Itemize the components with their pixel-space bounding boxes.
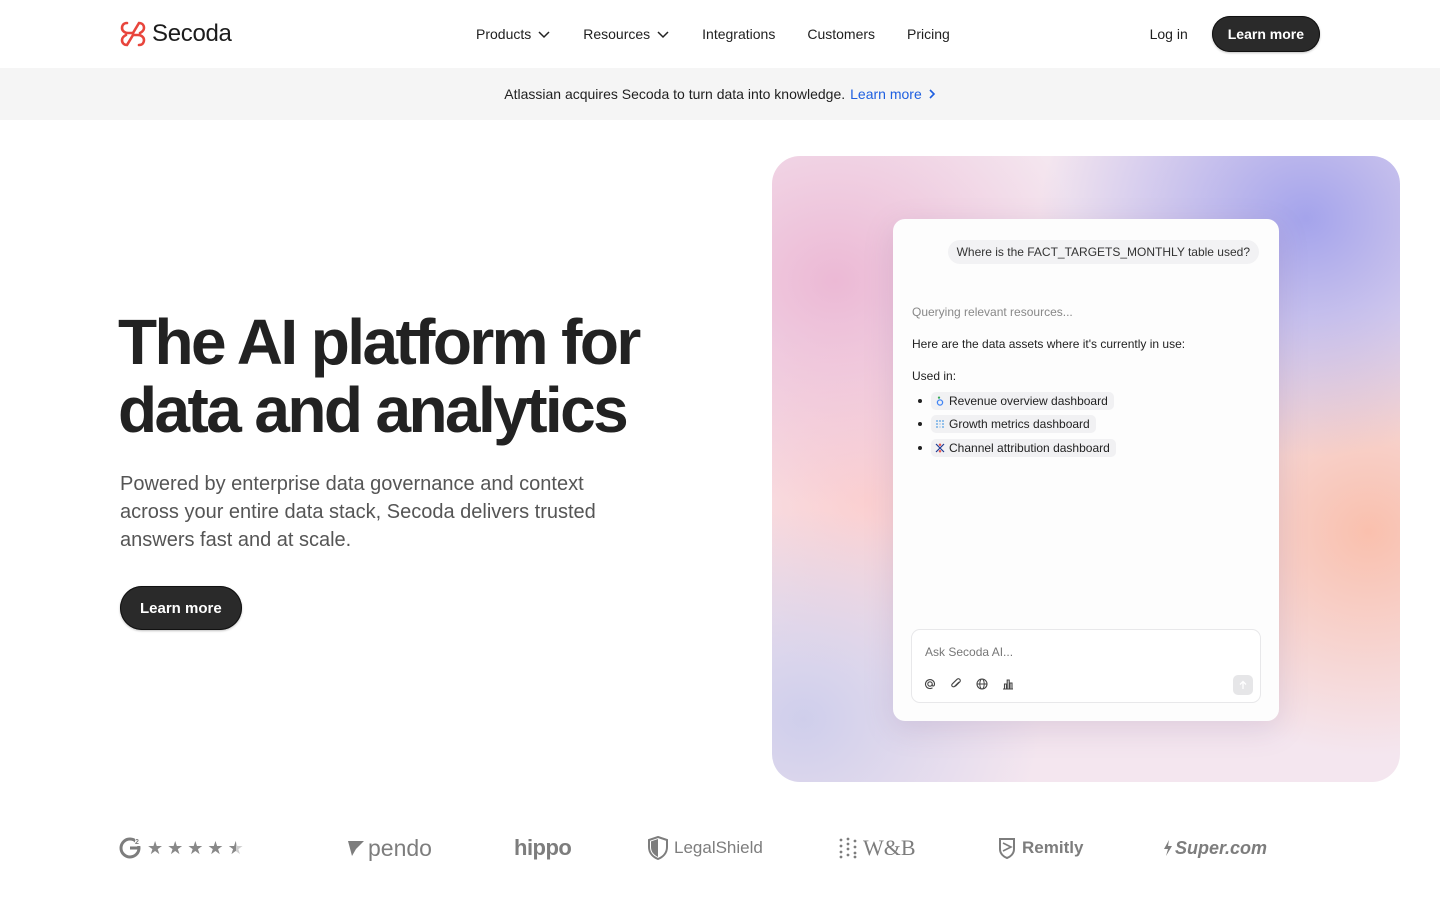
banner-link-label: Learn more [850,86,922,102]
nav-customers-label: Customers [807,26,876,42]
super-com-logo: Super.com [1162,826,1267,870]
remitly-logo: Remitly [998,826,1083,870]
g2-superscript: 2 [135,839,139,846]
bullet [918,445,922,450]
attach-icon[interactable] [949,677,963,691]
brand-name: Secoda [152,20,232,47]
nav-pricing[interactable]: Pricing [907,24,950,44]
send-button[interactable] [1233,675,1253,695]
metabase-icon [936,420,944,429]
list-item: Channel attribution dashboard [918,436,1116,460]
user-question-bubble: Where is the FACT_TARGETS_MONTHLY table … [947,240,1259,264]
g2-rating: 2 ★ ★ ★ ★ ★ [119,826,244,870]
ai-chat-panel: Where is the FACT_TARGETS_MONTHLY table … [893,219,1279,721]
legalshield-logo: LegalShield [648,826,763,870]
legalshield-wordmark: LegalShield [674,838,763,857]
login-link[interactable]: Log in [1150,26,1188,42]
wandb-dots-icon [839,837,857,859]
wandb-wordmark: W&B [863,835,916,860]
chevron-right-icon [929,89,935,99]
lightning-icon [1164,840,1172,856]
announcement-banner: Atlassian acquires Secoda to turn data i… [0,68,1440,120]
bullet [918,398,922,403]
globe-icon[interactable] [975,677,989,691]
shield-icon [648,836,668,860]
asset-chip-revenue[interactable]: Revenue overview dashboard [931,391,1114,410]
hero-title: The AI platform for data and analytics [118,308,758,444]
star-icon: ★ [207,837,224,858]
nav-products[interactable]: Products [476,24,551,44]
top-nav: Secoda Products Resources Integrations C… [0,0,1440,68]
star-icon: ★ [187,837,204,858]
hero-title-line-2: data and analytics [118,374,629,446]
chart-icon[interactable] [1001,677,1015,691]
g2-logo-icon: 2 [119,837,141,859]
asset-label: Channel attribution dashboard [949,440,1110,455]
mention-icon[interactable] [923,677,937,691]
nav-resources[interactable]: Resources [583,24,670,44]
remitly-wordmark: Remitly [1022,838,1084,857]
nav-customers[interactable]: Customers [807,24,875,44]
chevron-down-icon [538,31,550,39]
chevron-down-icon [657,31,669,39]
answer-intro: Here are the data assets where it's curr… [912,337,1186,351]
nav-integrations-label: Integrations [702,26,776,42]
pendo-mark-icon [348,841,364,856]
star-icon: ★ [167,837,184,858]
ask-ai-placeholder: Ask Secoda AI... [925,645,1014,659]
hero-subtitle: Powered by enterprise data governance an… [120,473,596,551]
remitly-mark-icon [999,838,1015,859]
nav-integrations[interactable]: Integrations [702,24,775,44]
hippo-logo: hippo [514,835,572,860]
product-preview: Where is the FACT_TARGETS_MONTHLY table … [772,156,1400,782]
asset-label: Growth metrics dashboard [949,417,1090,432]
asset-label: Revenue overview dashboard [949,393,1108,408]
used-in-label: Used in: [912,369,957,383]
pendo-logo: pendo [346,826,432,870]
banner-learn-more-link[interactable]: Learn more [850,86,936,102]
secoda-logo[interactable]: Secoda [120,20,232,48]
nav-products-label: Products [476,26,532,42]
looker-icon [936,396,944,406]
star-icon: ★ [147,837,164,858]
ask-ai-input[interactable]: Ask Secoda AI... [911,629,1261,703]
bullet [918,422,922,427]
star-rating: ★ ★ ★ ★ ★ [147,838,244,859]
querying-status: Querying relevant resources... [912,305,1073,319]
main-nav: Products Resources Integrations Customer… [476,24,982,44]
nav-actions: Log in Learn more [1150,16,1320,52]
nav-learn-more-button[interactable]: Learn more [1211,16,1320,52]
super-com-wordmark: Super.com [1175,837,1268,858]
asset-chip-growth[interactable]: Growth metrics dashboard [931,415,1096,434]
half-star-icon: ★ [227,837,244,858]
asset-chip-channel[interactable]: Channel attribution dashboard [931,438,1116,457]
arrow-up-icon [1239,680,1247,689]
pendo-wordmark: pendo [368,834,432,861]
hero-learn-more-button[interactable]: Learn more [120,586,242,630]
customer-logo-strip: 2 ★ ★ ★ ★ ★ pendo hippo LegalShield W&B … [0,826,1440,870]
hero-title-line-1: The AI platform for [118,306,641,378]
list-item: Revenue overview dashboard [918,389,1116,413]
nav-pricing-label: Pricing [907,26,950,42]
input-toolbar [923,677,1015,691]
secoda-logo-icon [120,21,146,47]
tableau-icon [935,443,945,453]
list-item: Growth metrics dashboard [918,413,1116,437]
asset-list: Revenue overview dashboard Growth metric… [918,389,1116,460]
banner-text: Atlassian acquires Secoda to turn data i… [504,86,846,102]
wandb-logo: W&B [838,826,916,870]
nav-resources-label: Resources [583,26,651,42]
